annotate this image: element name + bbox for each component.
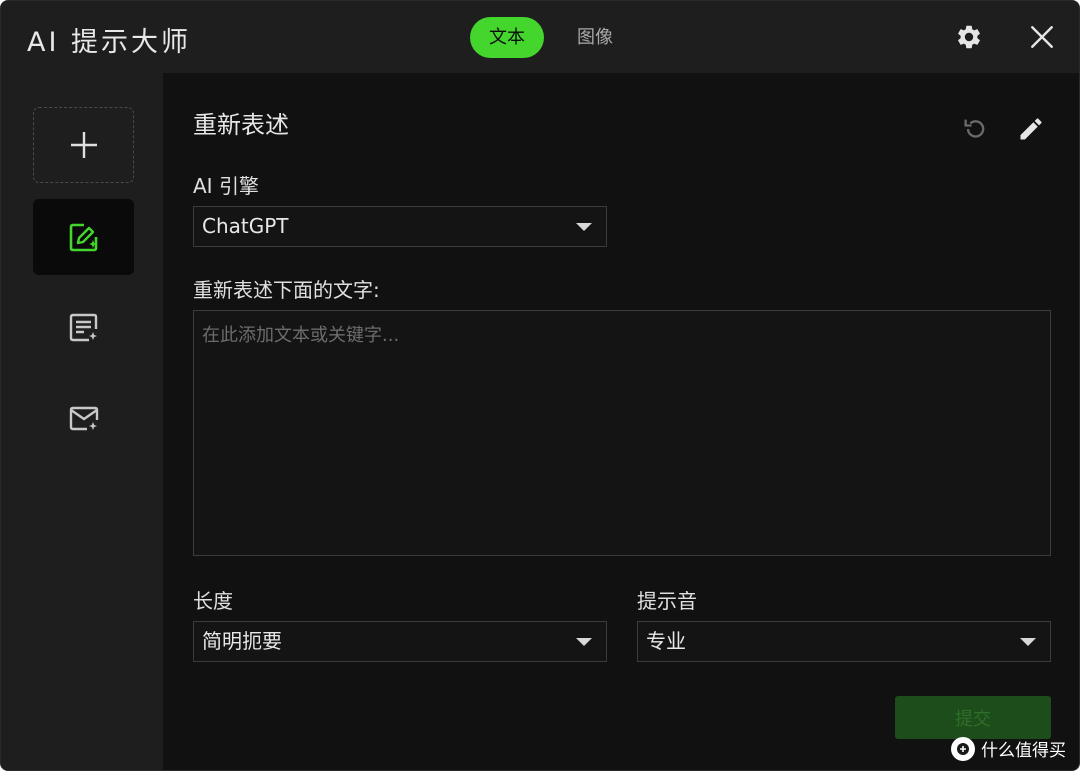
settings-button[interactable] bbox=[951, 19, 987, 55]
watermark-glyph-icon bbox=[957, 742, 969, 755]
sidebar-item-summary[interactable] bbox=[33, 290, 134, 366]
length-select-value: 简明扼要 bbox=[202, 629, 282, 653]
tab-image[interactable]: 图像 bbox=[560, 17, 630, 58]
text-input[interactable] bbox=[193, 310, 1051, 556]
chevron-down-icon bbox=[576, 223, 592, 231]
document-sparkle-icon bbox=[69, 313, 97, 342]
watermark: 什么值得买 bbox=[951, 736, 1066, 761]
page-title: 重新表述 bbox=[193, 111, 289, 139]
pencil-icon bbox=[1020, 118, 1042, 140]
chevron-down-icon bbox=[1020, 638, 1036, 646]
title-bar: AI 提示大师 文本 图像 bbox=[1, 1, 1079, 73]
edit-sparkle-icon bbox=[69, 223, 97, 252]
chevron-down-icon bbox=[576, 638, 592, 646]
engine-select[interactable]: ChatGPT bbox=[193, 206, 607, 247]
plus-icon bbox=[70, 132, 97, 158]
app-window: AI 提示大师 文本 图像 重新表述 AI 引擎 ChatGPT 重新表述下面的… bbox=[0, 0, 1080, 771]
tone-label: 提示音 bbox=[637, 589, 697, 613]
tab-text[interactable]: 文本 bbox=[470, 17, 544, 58]
input-label: 重新表述下面的文字: bbox=[193, 278, 380, 302]
watermark-logo-icon bbox=[951, 736, 975, 761]
gear-icon bbox=[958, 25, 980, 49]
tone-select[interactable]: 专业 bbox=[637, 621, 1051, 662]
watermark-text: 什么值得买 bbox=[981, 741, 1066, 761]
sidebar-item-rephrase[interactable] bbox=[33, 199, 134, 275]
reset-button[interactable] bbox=[959, 113, 991, 145]
reset-icon bbox=[964, 119, 985, 138]
engine-select-value: ChatGPT bbox=[202, 214, 289, 238]
edit-button[interactable] bbox=[1015, 113, 1047, 145]
main-panel: 重新表述 AI 引擎 ChatGPT 重新表述下面的文字: 长度 简明扼要 bbox=[163, 73, 1079, 770]
sidebar-item-add[interactable] bbox=[33, 107, 134, 183]
engine-label: AI 引擎 bbox=[193, 174, 259, 198]
close-icon bbox=[1031, 26, 1053, 48]
length-label: 长度 bbox=[193, 589, 233, 613]
sidebar-item-email[interactable] bbox=[33, 381, 134, 457]
length-select[interactable]: 简明扼要 bbox=[193, 621, 607, 662]
mail-sparkle-icon bbox=[69, 406, 98, 431]
mode-tabs: 文本 图像 bbox=[470, 17, 630, 58]
app-title: AI 提示大师 bbox=[27, 27, 192, 58]
close-button[interactable] bbox=[1024, 19, 1060, 55]
submit-button[interactable]: 提交 bbox=[895, 696, 1051, 739]
tone-select-value: 专业 bbox=[646, 629, 686, 653]
sidebar bbox=[1, 73, 163, 770]
